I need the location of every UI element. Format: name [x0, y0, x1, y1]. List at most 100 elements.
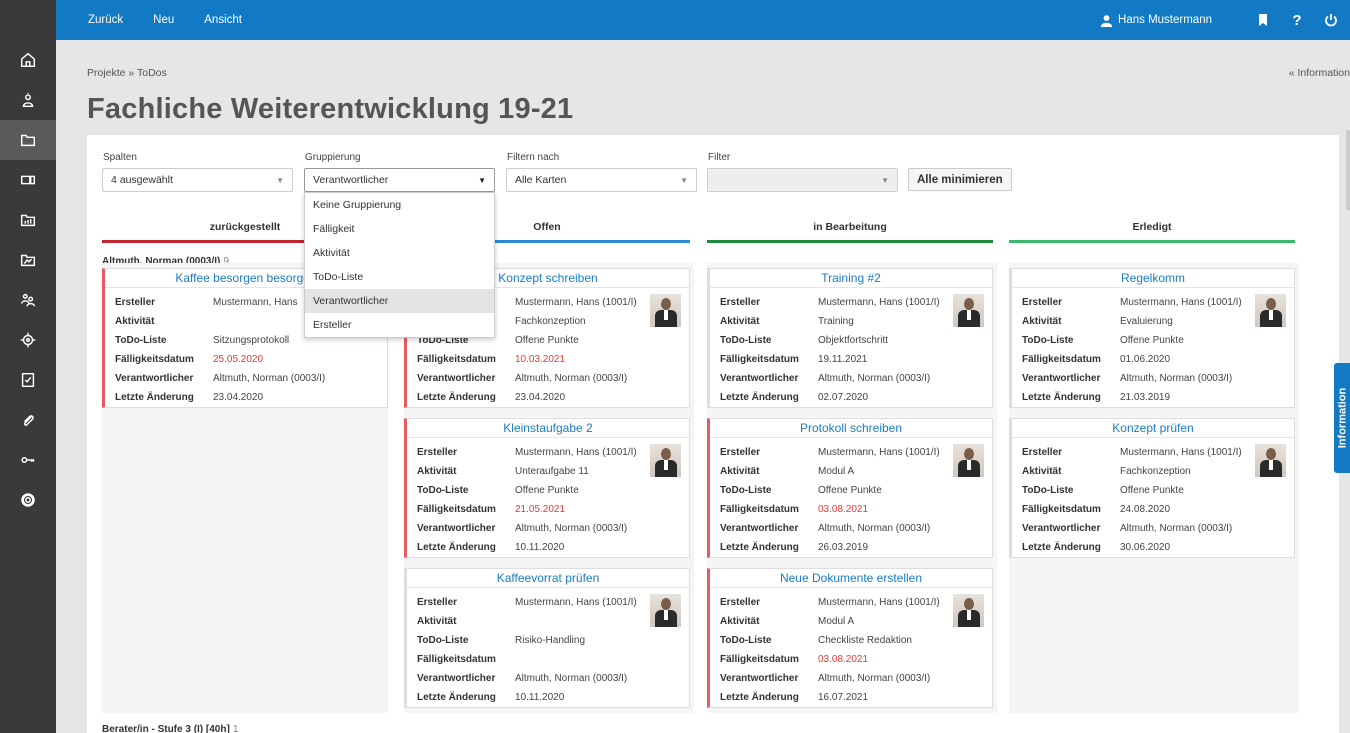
grouping-option[interactable]: Aktivität — [305, 241, 494, 265]
field-value: Offene Punkte — [1120, 485, 1184, 496]
card-title[interactable]: Regelkomm — [1012, 269, 1294, 288]
avatar — [650, 594, 681, 627]
help-icon[interactable]: ? — [1290, 12, 1304, 29]
card-icon[interactable] — [0, 160, 56, 200]
columns-label: Spalten — [103, 152, 137, 163]
filter-by-label: Filtern nach — [507, 152, 560, 163]
field-value: Mustermann, Hans (1001/I) — [818, 447, 940, 458]
field-label: Ersteller — [720, 447, 761, 458]
team-icon[interactable] — [0, 280, 56, 320]
field-label: Letzte Änderung — [720, 542, 799, 553]
folder-graph-icon[interactable] — [0, 240, 56, 280]
field-label: Verantwortlicher — [417, 373, 496, 384]
information-tab[interactable]: Information — [1334, 363, 1350, 473]
scrollbar[interactable] — [1346, 130, 1350, 210]
target-icon[interactable] — [0, 320, 56, 360]
new-button[interactable]: Neu — [153, 14, 174, 26]
card-title[interactable]: Neue Dokumente erstellen — [710, 569, 992, 588]
field-value: Mustermann, Hans (1001/I) — [515, 447, 637, 458]
field-value: Mustermann, Hans (1001/I) — [818, 597, 940, 608]
field-label: Letzte Änderung — [1022, 542, 1101, 553]
card-title[interactable]: Protokoll schreiben — [710, 419, 992, 438]
top-nav: Zurück Neu Ansicht — [56, 14, 272, 26]
chevron-down-icon: ▼ — [881, 175, 889, 185]
avatar — [953, 294, 984, 327]
field-label: Letzte Änderung — [417, 392, 496, 403]
grouping-option-selected[interactable]: Verantwortlicher — [305, 289, 494, 313]
field-label: Fälligkeitsdatum — [720, 654, 799, 665]
card-title[interactable]: Kaffeevorrat prüfen — [407, 569, 689, 588]
todo-card[interactable]: Konzept prüfen Ersteller Mustermann, Hans… — [1009, 418, 1295, 558]
field-value: 21.03.2019 — [1120, 392, 1171, 403]
field-label: Ersteller — [720, 597, 761, 608]
grouping-option[interactable]: Keine Gruppierung — [305, 193, 494, 217]
checklist-icon[interactable] — [0, 360, 56, 400]
field-value: 16.07.2021 — [818, 692, 869, 703]
todo-card[interactable]: Training #2 Ersteller Mustermann, Hans (1… — [707, 268, 993, 408]
view-button[interactable]: Ansicht — [204, 14, 242, 26]
field-value: Sitzungsprotokoll — [213, 335, 290, 346]
field-label: Ersteller — [1022, 297, 1063, 308]
filter-select[interactable]: ▼ — [707, 168, 898, 192]
breadcrumb[interactable]: Projekte » ToDos — [87, 67, 167, 79]
folder-chart-icon[interactable] — [0, 200, 56, 240]
group-name: Berater/in - Stufe 3 (I) [40h] — [102, 724, 230, 733]
todo-card[interactable]: Kaffeevorrat prüfen Ersteller Mustermann,… — [404, 568, 690, 708]
field-value: 24.08.2020 — [1120, 504, 1171, 515]
field-label: Fälligkeitsdatum — [720, 504, 799, 515]
filter-by-select[interactable]: Alle Karten ▼ — [506, 168, 697, 192]
lifebuoy-icon[interactable] — [0, 480, 56, 520]
todo-card[interactable]: Neue Dokumente erstellen Ersteller Muster… — [707, 568, 993, 708]
field-label: Fälligkeitsdatum — [720, 354, 799, 365]
minimize-all-button[interactable]: Alle minimieren — [908, 168, 1012, 191]
field-label: ToDo-Liste — [720, 485, 772, 496]
todo-card[interactable]: Protokoll schreiben Ersteller Mustermann,… — [707, 418, 993, 558]
todo-card[interactable]: Regelkomm Ersteller Mustermann, Hans (100… — [1009, 268, 1295, 408]
field-value: Fachkonzeption — [1120, 466, 1191, 477]
field-label: Aktivität — [720, 316, 760, 327]
group-header[interactable]: Berater/in - Stufe 3 (I) [40h] 1 — [102, 724, 238, 733]
card-title[interactable]: Konzept prüfen — [1012, 419, 1294, 438]
information-link[interactable]: « Information — [1289, 67, 1350, 79]
column-header-label: Offen — [533, 221, 561, 233]
information-tab-label: Information — [1336, 387, 1348, 449]
grouping-select[interactable]: Verantwortlicher ▼ — [304, 168, 495, 192]
field-value: 01.06.2020 — [1120, 354, 1171, 365]
filter-by-select-value: Alle Karten — [515, 174, 567, 186]
field-value: Offene Punkte — [515, 485, 579, 496]
user-menu[interactable]: Hans Mustermann — [1100, 14, 1212, 27]
grouping-option[interactable]: Fälligkeit — [305, 217, 494, 241]
field-label: ToDo-Liste — [1022, 485, 1074, 496]
card-title[interactable]: Kleinstaufgabe 2 — [407, 419, 689, 438]
field-label: Aktivität — [720, 466, 760, 477]
card-title[interactable]: Training #2 — [710, 269, 992, 288]
field-label: Verantwortlicher — [720, 523, 799, 534]
power-icon[interactable] — [1324, 13, 1338, 27]
folder-icon[interactable] — [0, 120, 56, 160]
avatar — [650, 444, 681, 477]
field-value-due: 03.08.2021 — [818, 654, 869, 665]
grouping-option[interactable]: ToDo-Liste — [305, 265, 494, 289]
field-value: Training — [818, 316, 854, 327]
columns-select[interactable]: 4 ausgewählt ▼ — [102, 168, 293, 192]
grouping-option[interactable]: Ersteller — [305, 313, 494, 337]
field-label: Letzte Änderung — [417, 692, 496, 703]
field-label: Aktivität — [417, 466, 457, 477]
field-value: 30.06.2020 — [1120, 542, 1171, 553]
bookmark-icon[interactable] — [1256, 13, 1270, 27]
key-icon[interactable] — [0, 440, 56, 480]
home-icon[interactable] — [0, 40, 56, 80]
paperclip-icon[interactable] — [0, 400, 56, 440]
avatar — [953, 444, 984, 477]
field-value: 02.07.2020 — [818, 392, 869, 403]
field-value-due: 25.05.2020 — [213, 354, 264, 365]
field-value: Unteraufgabe 11 — [515, 466, 589, 477]
field-value: Evaluierung — [1120, 316, 1173, 327]
column-header-in-progress: in Bearbeitung — [707, 221, 993, 243]
field-label: Ersteller — [417, 597, 458, 608]
user-icon[interactable] — [0, 80, 56, 120]
field-value: Mustermann, Hans (1001/I) — [1120, 297, 1242, 308]
todo-card[interactable]: Kleinstaufgabe 2 Ersteller Mustermann, Ha… — [404, 418, 690, 558]
back-button[interactable]: Zurück — [88, 14, 123, 26]
field-label: Aktivität — [1022, 466, 1062, 477]
